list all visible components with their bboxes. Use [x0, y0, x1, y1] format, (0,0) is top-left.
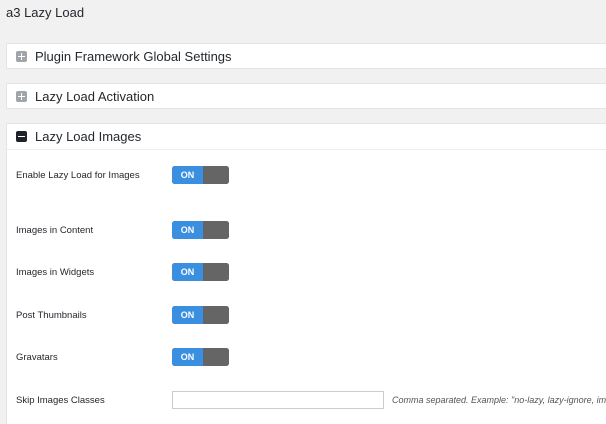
section-lazy-load-activation[interactable]: Lazy Load Activation [6, 83, 606, 109]
section-header[interactable]: Plugin Framework Global Settings [7, 44, 606, 68]
setting-label: Images in Content [16, 224, 94, 236]
plus-square-icon[interactable] [16, 90, 27, 102]
toggle-state: ON [172, 221, 203, 239]
toggle-knob [203, 221, 229, 239]
setting-row-post-thumbnails: Post Thumbnails ON [16, 305, 229, 325]
toggle-knob [203, 166, 229, 184]
images-content-toggle[interactable]: ON [172, 221, 229, 239]
gravatars-toggle[interactable]: ON [172, 348, 229, 366]
section-plugin-framework[interactable]: Plugin Framework Global Settings [6, 43, 606, 69]
page-title: a3 Lazy Load [6, 5, 85, 20]
section-header[interactable]: Lazy Load Activation [7, 84, 606, 108]
setting-label: Skip Images Classes [16, 394, 105, 406]
setting-label: Enable Lazy Load for Images [16, 169, 140, 181]
skip-classes-hint: Comma separated. Example: "no-lazy, lazy… [392, 395, 606, 405]
setting-row-images-content: Images in Content ON [16, 220, 229, 240]
divider [7, 149, 606, 150]
toggle-knob [203, 306, 229, 324]
plus-square-icon[interactable] [16, 50, 27, 62]
post-thumbnails-toggle[interactable]: ON [172, 306, 229, 324]
minus-square-icon[interactable] [16, 130, 27, 142]
toggle-state: ON [172, 166, 203, 184]
section-header[interactable]: Lazy Load Images [7, 124, 606, 148]
images-widgets-toggle[interactable]: ON [172, 263, 229, 281]
setting-row-images-widgets: Images in Widgets ON [16, 262, 229, 282]
setting-row-skip-classes: Skip Images Classes Comma separated. Exa… [16, 390, 606, 410]
toggle-state: ON [172, 263, 203, 281]
toggle-knob [203, 263, 229, 281]
section-lazy-load-images: Lazy Load Images Enable Lazy Load for Im… [6, 123, 606, 424]
section-title[interactable]: Lazy Load Images [35, 129, 141, 144]
toggle-state: ON [172, 306, 203, 324]
toggle-state: ON [172, 348, 203, 366]
enable-images-toggle[interactable]: ON [172, 166, 229, 184]
section-title[interactable]: Plugin Framework Global Settings [35, 49, 232, 64]
setting-label: Images in Widgets [16, 266, 95, 278]
toggle-knob [203, 348, 229, 366]
setting-row-gravatars: Gravatars ON [16, 347, 229, 367]
setting-row-enable-images: Enable Lazy Load for Images ON [16, 165, 229, 185]
setting-label: Post Thumbnails [16, 309, 87, 321]
setting-label: Gravatars [16, 351, 58, 363]
section-title[interactable]: Lazy Load Activation [35, 89, 154, 104]
skip-classes-input[interactable] [172, 391, 384, 409]
